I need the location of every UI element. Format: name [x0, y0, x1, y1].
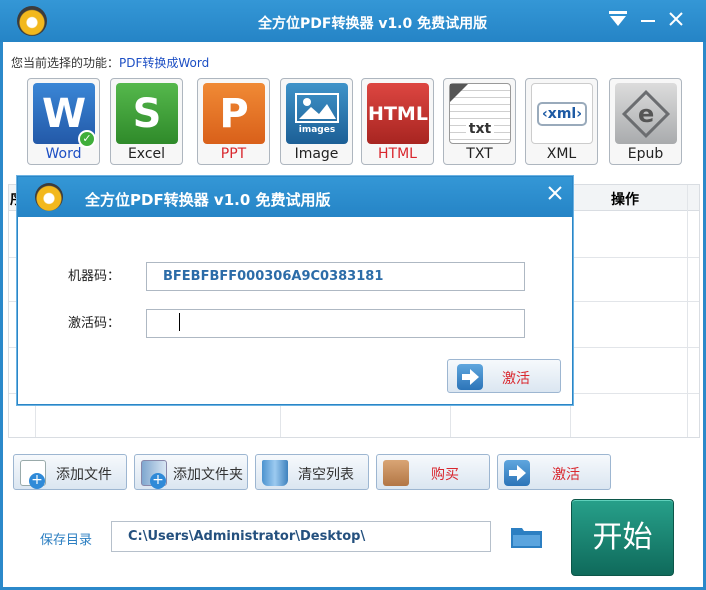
add-file-label: 添加文件	[56, 467, 112, 483]
dialog-activate-label: 激活	[502, 371, 530, 387]
machine-code-label: 机器码：	[68, 269, 121, 284]
format-xml-button[interactable]: ‹xml› XML	[525, 78, 598, 165]
save-directory-field[interactable]: C:\Users\Administrator\Desktop\	[111, 521, 491, 552]
dialog-close-icon[interactable]	[548, 185, 562, 206]
activate-label: 激活	[552, 467, 580, 483]
add-file-icon: +	[20, 460, 46, 489]
current-function: 您当前选择的功能：PDF转换成Word	[11, 54, 209, 71]
menu-dropdown-icon[interactable]	[608, 10, 628, 35]
save-directory-label: 保存目录	[40, 533, 93, 548]
format-ppt-button[interactable]: P PPT	[197, 78, 270, 165]
machine-code-field[interactable]	[146, 262, 525, 291]
format-label: Word	[45, 146, 82, 162]
dialog-title-bar[interactable]: 全方位PDF转换器 v1.0 免费试用版	[18, 177, 572, 217]
excel-icon: S	[116, 83, 178, 144]
arrow-right-icon	[457, 364, 483, 390]
add-folder-button[interactable]: + 添加文件夹	[134, 454, 248, 490]
column-header-action: 操作	[611, 192, 639, 208]
folder-icon[interactable]	[510, 524, 543, 549]
text-caret	[179, 313, 180, 331]
start-button[interactable]: 开始	[571, 499, 674, 576]
dialog-activate-button[interactable]: 激活	[447, 359, 561, 393]
clear-list-button[interactable]: 清空列表	[255, 454, 369, 490]
format-label: PPT	[220, 146, 247, 162]
ppt-icon: P	[203, 83, 265, 144]
epub-icon: e	[615, 83, 677, 144]
arrow-right-icon	[504, 460, 530, 486]
window-title: 全方位PDF转换器 v1.0 免费试用版	[258, 16, 488, 32]
format-label: HTML	[378, 146, 417, 162]
activation-code-field[interactable]	[146, 309, 525, 338]
html-icon: HTML	[367, 83, 429, 144]
image-icon: images	[286, 83, 348, 144]
add-folder-icon: +	[141, 460, 167, 489]
format-label: TXT	[466, 146, 493, 162]
app-logo-icon	[17, 6, 47, 36]
activation-code-label: 激活码：	[68, 316, 121, 331]
close-icon[interactable]	[668, 10, 684, 33]
format-label: Epub	[627, 146, 664, 162]
format-txt-button[interactable]: txt TXT	[443, 78, 516, 165]
column-divider	[687, 185, 688, 437]
current-function-label: 您当前选择的功能：	[11, 56, 120, 70]
format-label: XML	[546, 146, 577, 162]
title-bar[interactable]: 全方位PDF转换器 v1.0 免费试用版	[0, 0, 706, 42]
buy-button[interactable]: 购买	[376, 454, 490, 490]
format-label: Image	[294, 146, 339, 162]
format-epub-button[interactable]: e Epub	[609, 78, 682, 165]
app-logo-icon	[35, 183, 63, 211]
shopping-bag-icon	[383, 460, 409, 486]
current-function-value: PDF转换成Word	[119, 56, 210, 70]
add-file-button[interactable]: + 添加文件	[13, 454, 127, 490]
buy-label: 购买	[431, 467, 459, 483]
format-excel-button[interactable]: S Excel	[110, 78, 183, 165]
clear-list-label: 清空列表	[298, 467, 354, 483]
main-window: 全方位PDF转换器 v1.0 免费试用版 您当前选择的功能：PDF转换成Word…	[0, 0, 706, 590]
format-html-button[interactable]: HTML HTML	[361, 78, 434, 165]
add-folder-label: 添加文件夹	[173, 467, 243, 483]
xml-icon: ‹xml›	[531, 83, 593, 144]
format-image-button[interactable]: images Image	[280, 78, 353, 165]
minimize-icon[interactable]	[640, 10, 656, 33]
format-word-button[interactable]: W ✓ Word	[27, 78, 100, 165]
activation-dialog: 全方位PDF转换器 v1.0 免费试用版 机器码： 激活码： 激活	[17, 176, 573, 405]
txt-icon: txt	[449, 83, 511, 144]
trash-icon	[262, 460, 288, 486]
activate-button[interactable]: 激活	[497, 454, 611, 490]
format-label: Excel	[127, 146, 166, 162]
dialog-title: 全方位PDF转换器 v1.0 免费试用版	[85, 191, 331, 209]
